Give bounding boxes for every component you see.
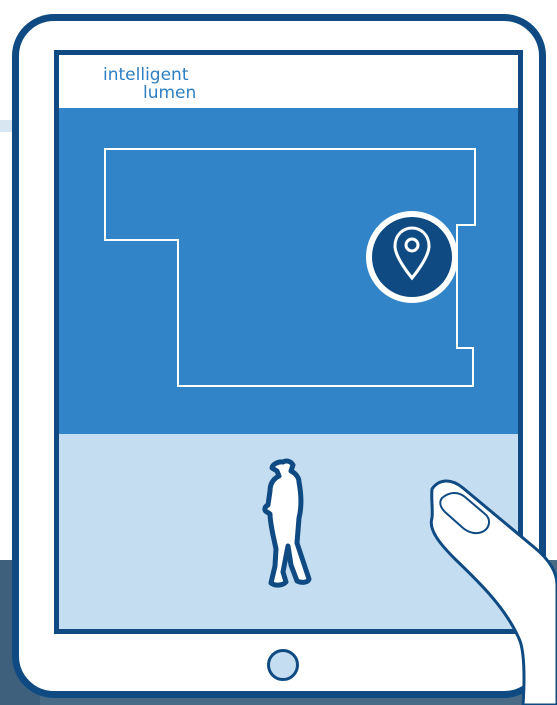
hand-svg xyxy=(429,479,557,705)
hand-pointer-icon xyxy=(429,479,557,705)
scene: intelligent lumen xyxy=(0,0,557,705)
